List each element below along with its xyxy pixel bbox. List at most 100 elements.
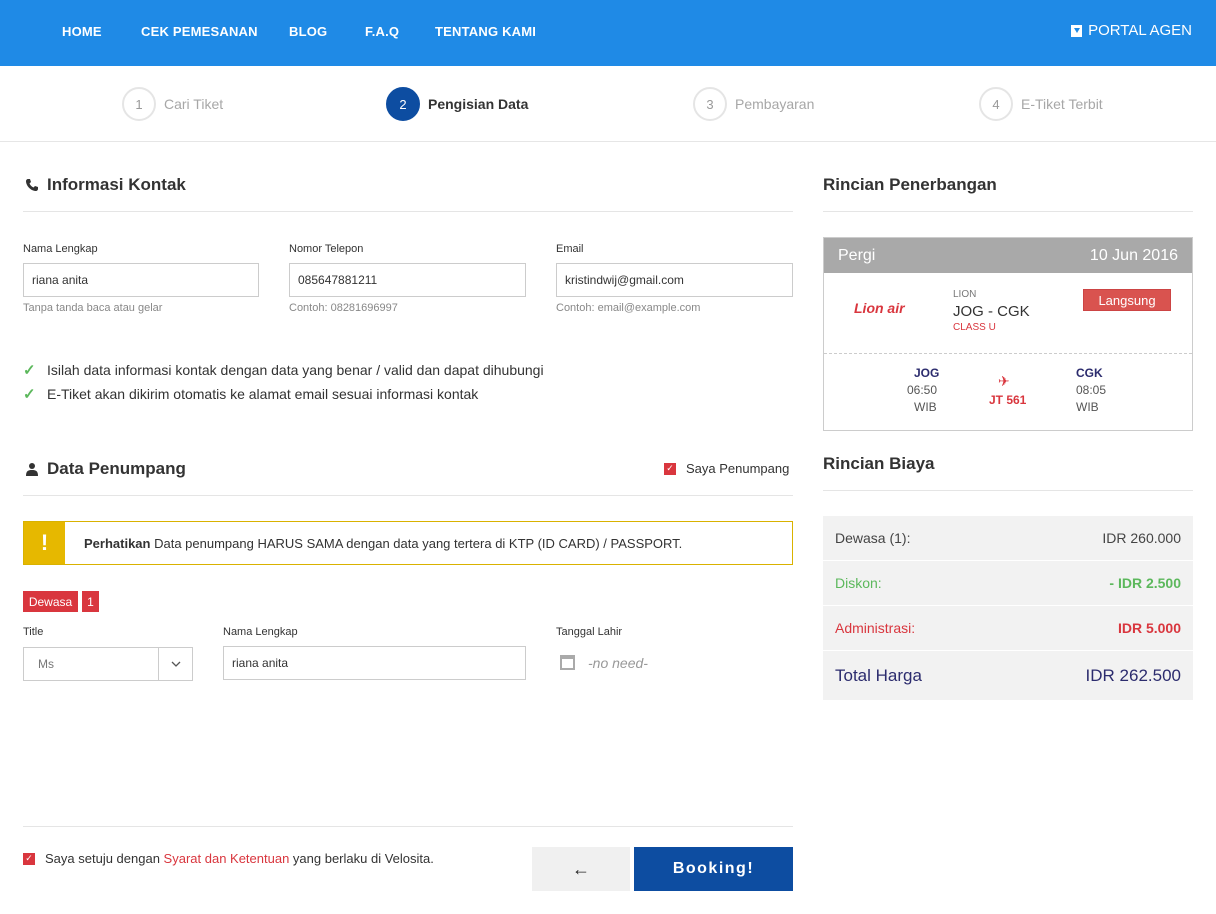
- step-etiket-terbit: 4 E-Tiket Terbit: [979, 87, 1103, 121]
- contact-name-input[interactable]: riana anita: [23, 263, 259, 297]
- checkmark-icon: ✓: [23, 362, 36, 379]
- back-button[interactable]: ←: [532, 847, 630, 891]
- checkmark-icon: ✓: [23, 386, 36, 403]
- terms-suffix: yang berlaku di Velosita.: [289, 851, 434, 866]
- contact-email-hint: Contoh: email@example.com: [556, 302, 701, 314]
- origin-time: 06:50: [907, 383, 938, 397]
- contact-email-label: Email: [556, 243, 584, 255]
- progress-steps: 1 Cari Tiket 2 Pengisian Data 3 Pembayar…: [0, 66, 1216, 142]
- cost-value: IDR 260.000: [1102, 530, 1181, 546]
- nav-cek-pemesanan[interactable]: CEK PEMESANAN: [141, 24, 258, 39]
- warning-text: Data penumpang HARUS SAMA dengan data ya…: [150, 535, 683, 551]
- cost-section-title: Rincian Biaya: [823, 454, 935, 473]
- contact-email-input[interactable]: kristindwij@gmail.com: [556, 263, 793, 297]
- cost-value: IDR 5.000: [1117, 620, 1181, 636]
- flight-card: Pergi 10 Jun 2016 Lion air LION JOG - CG…: [823, 237, 1193, 431]
- terms-prefix: Saya setuju dengan: [45, 851, 164, 866]
- passenger-section-title: Data Penumpang: [25, 459, 186, 479]
- saya-penumpang-label: Saya Penumpang: [686, 461, 790, 476]
- cost-label: Administrasi:: [835, 620, 916, 636]
- dob-label: Tanggal Lahir: [556, 626, 623, 638]
- checkbox-checked-icon[interactable]: ✓: [23, 852, 35, 865]
- step-number: 4: [979, 87, 1013, 121]
- terms-text: Saya setuju dengan Syarat dan Ketentuan …: [45, 851, 434, 866]
- step-label: E-Tiket Terbit: [1021, 96, 1103, 112]
- exclamation-icon: !: [24, 522, 65, 564]
- destination-code: CGK: [1076, 366, 1103, 380]
- cost-row-diskon: Diskon: - IDR 2.500: [823, 561, 1193, 606]
- cost-value: - IDR 2.500: [1109, 575, 1181, 591]
- passenger-title-text: Data Penumpang: [47, 459, 186, 478]
- step-label: Pembayaran: [735, 96, 815, 112]
- terms-link[interactable]: Syarat dan Ketentuan: [164, 851, 290, 866]
- cost-label: Diskon:: [835, 575, 882, 591]
- divider: [823, 490, 1193, 491]
- contact-note-1: ✓ Isilah data informasi kontak dengan da…: [23, 361, 544, 379]
- saya-penumpang-checkbox[interactable]: ✓ Saya Penumpang: [664, 461, 789, 476]
- divider: [823, 211, 1193, 212]
- cost-row-dewasa: Dewasa (1): IDR 260.000: [823, 516, 1193, 561]
- contact-name-hint: Tanpa tanda baca atau gelar: [23, 302, 163, 314]
- calendar-icon: [560, 655, 575, 670]
- divider: [23, 826, 793, 827]
- nav-blog[interactable]: BLOG: [289, 24, 327, 39]
- warning-bold: Perhatikan: [84, 535, 151, 551]
- step-pengisian-data: 2 Pengisian Data: [386, 87, 528, 121]
- contact-phone-label: Nomor Telepon: [289, 243, 364, 255]
- arrow-left-icon: ←: [572, 858, 590, 879]
- title-label: Title: [23, 626, 44, 638]
- step-label: Pengisian Data: [428, 96, 529, 112]
- nav-faq[interactable]: F.A.Q: [365, 24, 399, 39]
- divider: [23, 211, 793, 212]
- cost-row-administrasi: Administrasi: IDR 5.000: [823, 606, 1193, 651]
- flight-route: JOG - CGK: [953, 303, 1030, 320]
- airline-name: LION: [953, 289, 977, 300]
- airplane-icon: ✈: [998, 373, 1010, 389]
- chevron-down-icon: [158, 648, 192, 680]
- step-number: 3: [693, 87, 727, 121]
- contact-section-title: Informasi Kontak: [25, 175, 186, 195]
- portal-agen-label: PORTAL AGEN: [1088, 22, 1192, 39]
- phone-icon: [26, 179, 38, 191]
- step-number: 1: [122, 87, 156, 121]
- nav-home[interactable]: HOME: [62, 24, 102, 39]
- user-icon: [26, 463, 38, 476]
- cost-row-total: Total Harga IDR 262.500: [823, 651, 1193, 701]
- cost-label: Total Harga: [835, 665, 922, 685]
- step-cari-tiket: 1 Cari Tiket: [122, 87, 223, 121]
- passenger-name-label: Nama Lengkap: [223, 626, 298, 638]
- flight-class: CLASS U: [953, 322, 996, 333]
- contact-name-label: Nama Lengkap: [23, 243, 98, 255]
- cost-value: IDR 262.500: [1085, 665, 1181, 685]
- passenger-type-badge: Dewasa: [23, 591, 78, 612]
- cost-table: Dewasa (1): IDR 260.000 Diskon: - IDR 2.…: [823, 516, 1193, 701]
- flight-date: 10 Jun 2016: [1089, 246, 1178, 264]
- dob-value: -no need-: [588, 655, 648, 671]
- step-label: Cari Tiket: [164, 96, 224, 112]
- portal-agen-link[interactable]: PORTAL AGEN: [1071, 22, 1192, 39]
- direct-flight-badge: Langsung: [1083, 289, 1171, 311]
- step-pembayaran: 3 Pembayaran: [693, 87, 814, 121]
- passenger-count-badge: 1: [82, 591, 99, 612]
- passenger-warning-alert: ! Perhatikan Data penumpang HARUS SAMA d…: [23, 521, 793, 565]
- flight-card-header: Pergi 10 Jun 2016: [824, 238, 1192, 273]
- origin-tz: WIB: [914, 400, 937, 414]
- lion-air-logo: Lion air: [854, 300, 905, 316]
- top-navbar: HOME CEK PEMESANAN BLOG F.A.Q TENTANG KA…: [0, 0, 1216, 66]
- contact-note-text: E-Tiket akan dikirim otomatis ke alamat …: [47, 386, 479, 402]
- flight-number: JT 561: [989, 393, 1027, 407]
- passenger-name-input[interactable]: riana anita: [223, 646, 526, 680]
- title-select[interactable]: Ms: [23, 647, 193, 681]
- contact-title-text: Informasi Kontak: [47, 175, 186, 194]
- title-select-value: Ms: [38, 657, 54, 671]
- flight-direction: Pergi: [838, 246, 876, 264]
- origin-code: JOG: [914, 366, 940, 380]
- destination-tz: WIB: [1076, 400, 1099, 414]
- destination-time: 08:05: [1076, 383, 1107, 397]
- cost-label: Dewasa (1):: [835, 530, 911, 546]
- booking-button[interactable]: Booking!: [634, 847, 793, 891]
- contact-phone-input[interactable]: 085647881211: [289, 263, 526, 297]
- nav-tentang-kami[interactable]: TENTANG KAMI: [435, 24, 536, 39]
- step-number: 2: [386, 87, 420, 121]
- terms-agreement: ✓ Saya setuju dengan Syarat dan Ketentua…: [23, 851, 434, 866]
